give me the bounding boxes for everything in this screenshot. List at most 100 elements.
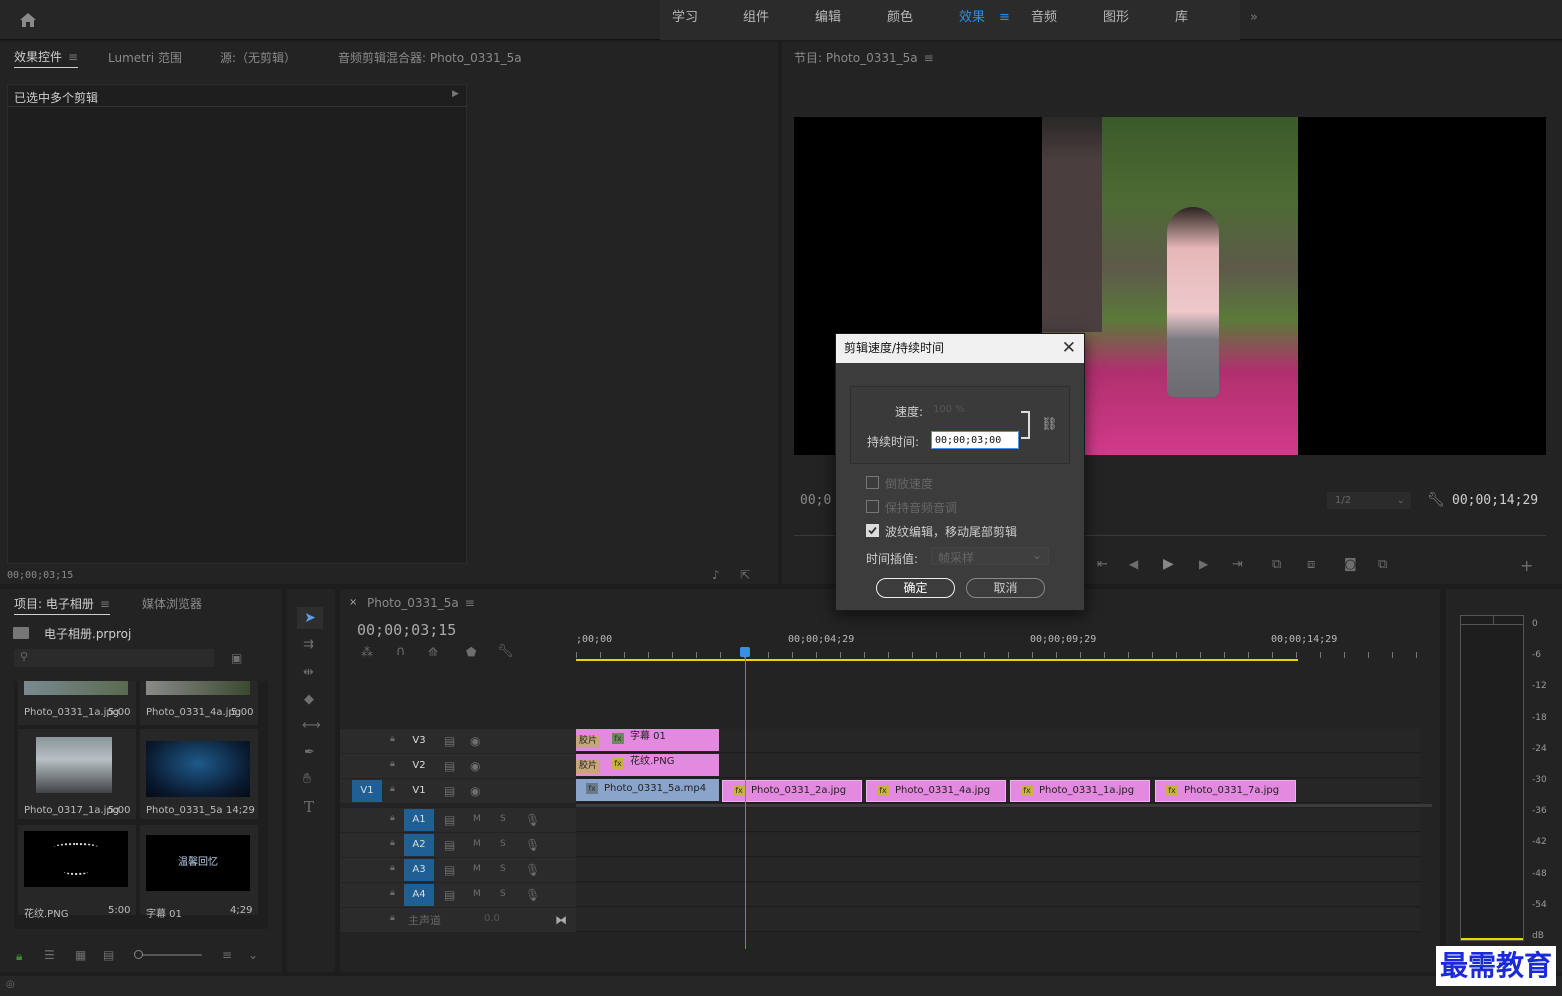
tab-source[interactable]: 源:（无剪辑） (220, 49, 296, 66)
master-value[interactable]: 0.0 (484, 913, 500, 924)
play-icon[interactable]: ▶ (1163, 556, 1174, 572)
lift-icon[interactable]: ⧉ (1272, 557, 1281, 572)
playhead[interactable] (740, 647, 750, 657)
ws-tab-editing[interactable]: 编辑 (815, 0, 841, 40)
thumb-title-01[interactable]: 温馨回忆 (146, 835, 250, 891)
ripple-edit-checkbox[interactable] (866, 524, 879, 537)
reverse-speed-checkbox[interactable] (866, 476, 879, 489)
solo-button[interactable]: S (500, 864, 506, 874)
project-search-input[interactable]: ⚲ (14, 649, 214, 667)
mute-button[interactable]: M (473, 839, 481, 849)
panel-menu-icon[interactable]: ≡ (465, 596, 475, 610)
solo-button[interactable]: S (500, 839, 506, 849)
lane-a2[interactable] (576, 833, 1420, 857)
snap-magnet-icon[interactable]: ∩ (396, 644, 406, 659)
close-tab-icon[interactable]: × (349, 597, 357, 608)
lock-icon[interactable]: 🔒︎ (390, 734, 395, 744)
sync-lock-icon[interactable]: ▤ (444, 838, 455, 852)
tab-project[interactable]: 项目: 电子相册 ≡ (14, 595, 110, 615)
eye-icon[interactable]: ◉ (470, 759, 480, 773)
track-header-v2[interactable]: 🔒︎ V2 ▤ ◉ (340, 754, 576, 778)
thumb-photo-1a[interactable] (24, 681, 128, 695)
mute-button[interactable]: M (473, 814, 481, 824)
lane-a3[interactable] (576, 858, 1420, 882)
ws-tab-color[interactable]: 颜色 (887, 0, 913, 40)
sort-icon[interactable]: ≡ (222, 948, 232, 962)
lock-icon[interactable]: 🔒︎ (390, 888, 395, 898)
work-area-bar[interactable] (576, 659, 1298, 661)
tab-program[interactable]: 节目: Photo_0331_5a ≡ (794, 49, 934, 66)
sync-lock-icon[interactable]: ▤ (444, 784, 455, 798)
new-bin-icon[interactable]: ▣ (231, 651, 242, 665)
unlink-chain-icon[interactable]: ⛓ (1041, 417, 1058, 432)
clip-v1-photo-4a[interactable]: fx Photo_0331_4a.jpg (866, 780, 1006, 802)
ws-tab-learn[interactable]: 学习 (672, 0, 698, 40)
ws-tab-effects[interactable]: 效果 (959, 0, 985, 40)
step-back-icon[interactable]: ◀ (1129, 557, 1138, 571)
lane-master[interactable] (576, 908, 1420, 932)
time-interp-select[interactable]: 帧采样 ⌄ (931, 547, 1049, 565)
source-patch-v1[interactable]: V1 (352, 780, 382, 802)
close-icon[interactable]: ✕ (1062, 334, 1076, 363)
track-select-tool-icon[interactable]: ⇉ (303, 637, 314, 652)
track-label[interactable]: V1 (404, 780, 434, 802)
list-view-icon[interactable]: ☰ (44, 948, 55, 962)
track-label[interactable]: V3 (404, 730, 434, 752)
add-button-icon[interactable]: + (1520, 556, 1533, 575)
thumb-photo-4a[interactable] (146, 681, 250, 695)
panel-menu-icon[interactable]: ≡ (100, 597, 110, 611)
track-label[interactable]: A3 (404, 859, 434, 881)
track-header-a1[interactable]: 🔒︎ A1 ▤ M S 🎙︎ (340, 808, 576, 832)
track-header-a3[interactable]: 🔒︎ A3 ▤ M S 🎙︎ (340, 858, 576, 882)
audio-note-icon[interactable]: ♪ (712, 568, 720, 582)
thumb-sequence-5a[interactable] (146, 741, 250, 797)
ws-overflow-icon[interactable]: » (1250, 0, 1258, 40)
ws-tab-graphics[interactable]: 图形 (1103, 0, 1129, 40)
thumb-photo-0317[interactable] (36, 737, 112, 793)
tab-lumetri-scopes[interactable]: Lumetri 范围 (108, 49, 182, 66)
ripple-edit-tool-icon[interactable]: ⇹ (303, 665, 314, 680)
zoom-slider[interactable] (134, 950, 202, 959)
microphone-icon[interactable]: 🎙︎ (525, 863, 540, 877)
nest-icon[interactable]: ⁂ (361, 645, 373, 659)
sync-lock-icon[interactable]: ▤ (444, 863, 455, 877)
microphone-icon[interactable]: 🎙︎ (525, 838, 540, 852)
lock-icon[interactable]: 🔒︎ (390, 863, 395, 873)
tab-audio-clip-mixer[interactable]: 音频剪辑混合器: Photo_0331_5a (338, 49, 522, 66)
sync-lock-icon[interactable]: ▤ (444, 888, 455, 902)
marker-icon[interactable]: ⬟ (466, 645, 476, 659)
lock-icon[interactable]: 🔒︎ (16, 949, 22, 964)
clip-v1-video[interactable]: fx Photo_0331_5a.mp4 (576, 779, 719, 801)
duration-input[interactable] (931, 431, 1019, 449)
pen-tool-icon[interactable]: ✒ (304, 745, 315, 760)
microphone-icon[interactable]: 🎙︎ (525, 813, 540, 827)
sync-lock-icon[interactable]: ▤ (444, 734, 455, 748)
go-to-in-icon[interactable]: ⇤ (1097, 557, 1108, 572)
clip-pattern-png[interactable]: 胶片 fx 花纹.PNG (576, 754, 719, 776)
track-header-master[interactable]: 🔒︎ 主声道 0.0 ⧓ (340, 908, 576, 932)
panel-menu-icon[interactable]: ≡ (924, 51, 934, 65)
eye-icon[interactable]: ◉ (470, 734, 480, 748)
hand-tool-icon[interactable]: ✋︎ (303, 771, 311, 787)
lane-a1[interactable] (576, 808, 1420, 832)
ok-button[interactable]: 确定 (876, 578, 955, 598)
ws-menu-icon[interactable]: ≡ (999, 0, 1010, 40)
go-to-out-icon[interactable]: ⇥ (1232, 557, 1243, 572)
timeline-ruler[interactable]: ;00;00 00;00;04;29 00;00;09;29 00;00;14;… (576, 628, 1420, 662)
resolution-select[interactable]: 1/2 ⌄ (1327, 492, 1411, 509)
track-header-v1[interactable]: V1 🔒︎ V1 ▤ ◉ (340, 779, 576, 803)
chevron-down-icon[interactable]: ⌄ (248, 948, 258, 962)
track-header-a4[interactable]: 🔒︎ A4 ▤ M S 🎙︎ (340, 883, 576, 907)
track-label[interactable]: A1 (404, 809, 434, 831)
slider-handle[interactable] (134, 950, 143, 959)
freeform-view-icon[interactable]: ▤ (103, 948, 114, 962)
razor-tool-icon[interactable]: ◆ (304, 692, 314, 707)
speed-value[interactable]: 100 % (933, 404, 965, 415)
extract-icon[interactable]: ⧈ (1307, 557, 1315, 572)
mute-button[interactable]: M (473, 864, 481, 874)
expand-arrow-icon[interactable]: ▶ (452, 89, 459, 99)
timeline-settings-icon[interactable]: 🔧︎ (497, 644, 514, 659)
home-icon[interactable] (18, 10, 38, 30)
tab-timeline[interactable]: Photo_0331_5a ≡ (367, 596, 475, 610)
lock-icon[interactable]: 🔒︎ (390, 838, 395, 848)
